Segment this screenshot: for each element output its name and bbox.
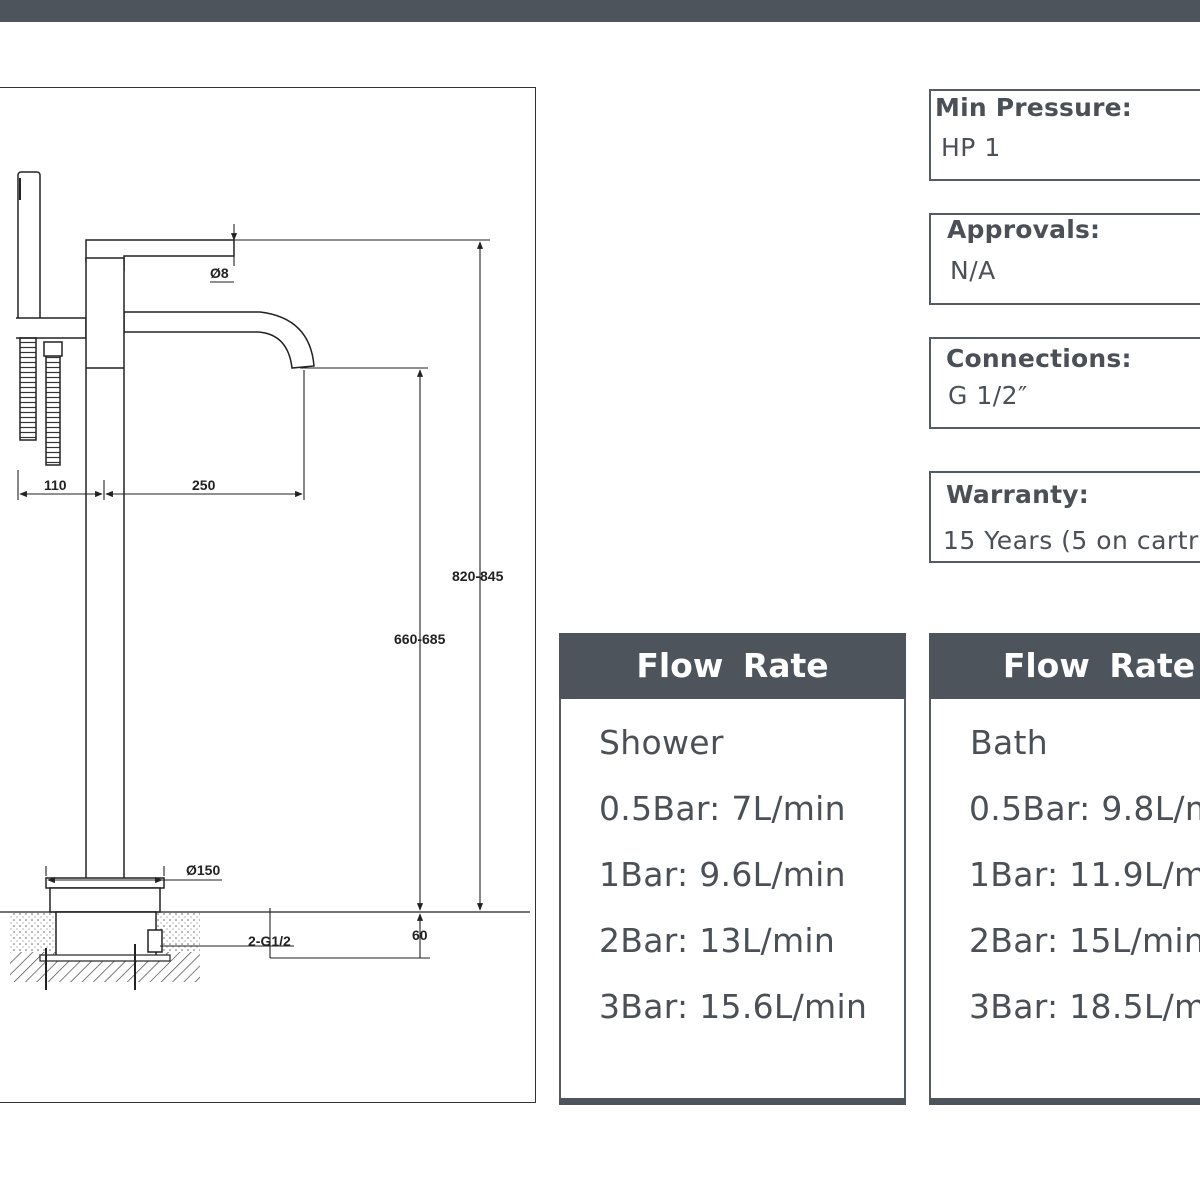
spec-value: 15 Years (5 on cartridge) bbox=[943, 526, 1200, 555]
flow-rate-item: 3Bar: 15.6L/min bbox=[599, 987, 868, 1026]
flow-rate-footer bbox=[929, 1098, 1200, 1105]
dim-60: 60 bbox=[412, 927, 428, 943]
technical-drawing: Ø8 110 250 820-845 660-685 Ø150 2-G1/2 6… bbox=[0, 171, 530, 990]
flow-rate-footer bbox=[559, 1098, 906, 1105]
spec-value: HP 1 bbox=[941, 133, 1001, 162]
dim-250: 250 bbox=[192, 477, 216, 493]
flow-rate-card-shower: Flow Rate Shower 0.5Bar: 7L/min 1Bar: 9.… bbox=[559, 633, 906, 1105]
flow-rate-item: 3Bar: 18.5L/min bbox=[969, 987, 1200, 1026]
dim-110: 110 bbox=[44, 477, 67, 493]
spec-min-pressure: Min Pressure: HP 1 bbox=[929, 89, 1200, 181]
spec-label: Min Pressure: bbox=[935, 93, 1132, 122]
spec-label: Warranty: bbox=[946, 480, 1089, 509]
flow-rate-card-bath: Flow Rate Bath 0.5Bar: 9.8L/min 1Bar: 11… bbox=[929, 633, 1200, 1105]
floor-section bbox=[0, 911, 530, 990]
spec-value: N/A bbox=[950, 256, 996, 285]
spec-label: Connections: bbox=[946, 344, 1132, 373]
flow-rate-item: 1Bar: 9.6L/min bbox=[599, 855, 846, 894]
dim-820-845: 820-845 bbox=[452, 568, 504, 584]
flow-rate-item: 2Bar: 13L/min bbox=[599, 921, 836, 960]
flow-rate-header: Flow Rate bbox=[559, 633, 906, 699]
flow-mode-label: Bath bbox=[970, 723, 1048, 762]
spec-connections: Connections: G 1/2″ bbox=[929, 337, 1200, 429]
spec-approvals: Approvals: N/A bbox=[929, 213, 1200, 305]
flow-rate-body: Shower 0.5Bar: 7L/min 1Bar: 9.6L/min 2Ba… bbox=[559, 699, 906, 1098]
flow-rate-item: 2Bar: 15L/min bbox=[969, 921, 1200, 960]
dim-diameter-8: Ø8 bbox=[210, 265, 229, 281]
flow-rate-header: Flow Rate bbox=[929, 633, 1200, 699]
spec-value: G 1/2″ bbox=[948, 381, 1028, 410]
flow-rate-item: 0.5Bar: 9.8L/min bbox=[969, 789, 1200, 828]
flow-rate-item: 0.5Bar: 7L/min bbox=[599, 789, 846, 828]
dim-diameter-150: Ø150 bbox=[186, 862, 220, 878]
flow-rate-item: 1Bar: 11.9L/min bbox=[969, 855, 1200, 894]
faucet-outline bbox=[16, 171, 315, 913]
spec-label: Approvals: bbox=[947, 215, 1101, 244]
dim-660-685: 660-685 bbox=[394, 631, 446, 647]
dim-2-g1-2: 2-G1/2 bbox=[248, 933, 291, 949]
spec-warranty: Warranty: 15 Years (5 on cartridge) bbox=[929, 471, 1200, 563]
flow-rate-body: Bath 0.5Bar: 9.8L/min 1Bar: 11.9L/min 2B… bbox=[929, 699, 1200, 1098]
flow-mode-label: Shower bbox=[599, 723, 724, 762]
